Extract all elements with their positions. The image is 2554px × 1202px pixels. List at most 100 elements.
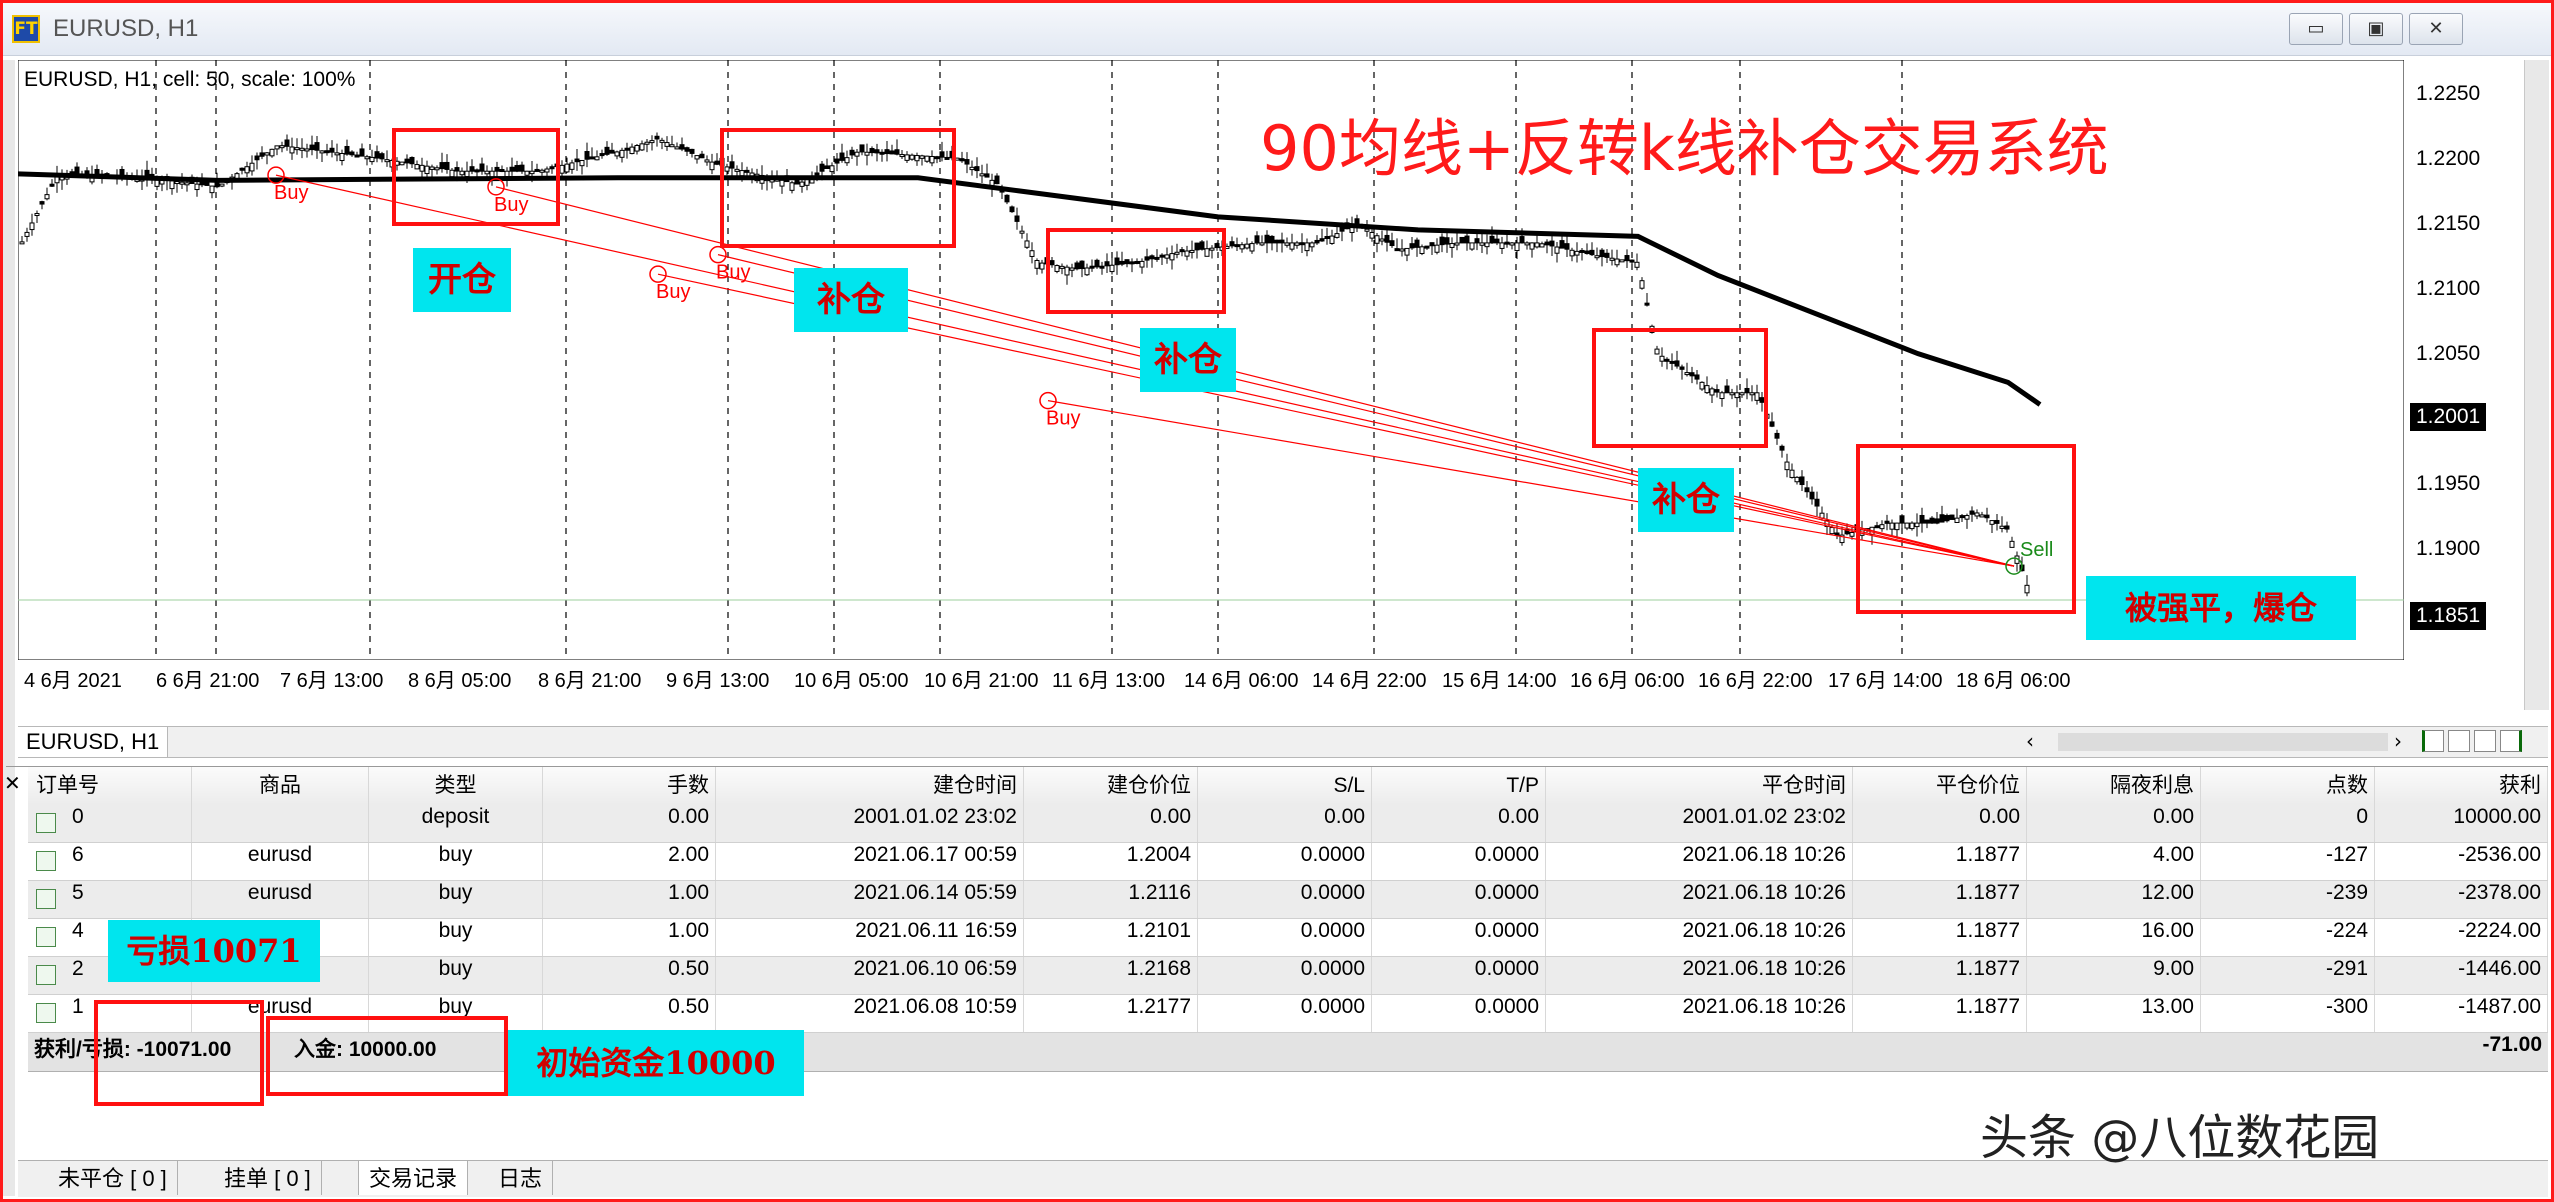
candle-body [1289,242,1295,250]
strategy-headline: 90均线+反转k线补仓交易系统 [1260,112,2109,185]
scroll-right-icon[interactable]: › [2394,729,2402,753]
column-header[interactable]: 商品 [192,767,369,805]
minimize-button[interactable]: ▭ [2289,13,2343,45]
column-header[interactable]: 类型 [369,767,543,805]
candle-body [1609,257,1615,261]
table-cell: -2536.00 [2374,843,2548,880]
table-cell: 0 [2201,805,2375,842]
table-cell: 2021.06.11 16:59 [716,919,1024,956]
column-header[interactable]: 手数 [542,767,716,805]
candle-body [339,153,345,162]
candle-body [1584,250,1590,255]
candle-body [1809,491,1815,500]
close-icon: ✕ [2428,18,2444,39]
table-cell: 0.00 [542,805,716,842]
candle-body [1424,245,1430,249]
close-button[interactable]: ✕ [2409,13,2463,45]
column-header[interactable]: 平仓时间 [1545,767,1853,805]
price-label: 1.2050 [2416,342,2481,365]
candle-body [994,175,1000,185]
candle-body [1294,242,1300,246]
candle-body [1444,237,1450,245]
column-header[interactable]: 隔夜利息 [2027,767,2201,805]
candle-body [1579,249,1585,253]
nav-last-button[interactable] [2500,730,2522,752]
candle-body [1319,238,1325,242]
candle-body [1504,241,1510,245]
price-label: 1.2150 [2416,212,2481,235]
table-row[interactable]: 5 eurusd buy 1.00 2021.06.14 05:59 1.2116 0.00… [28,881,2548,919]
candle-body [174,181,180,185]
watermark: 头条 @八位数花园 [1980,1110,2380,1166]
candle-body [1769,421,1775,427]
table-row[interactable]: 6 eurusd buy 2.00 2021.06.17 00:59 1.2004 0.00… [28,843,2548,881]
vertical-scrollbar[interactable] [2524,60,2549,710]
horizontal-scrollbar[interactable] [2058,733,2388,751]
liquidation-box [1856,444,2076,614]
candle-body [1624,255,1630,262]
candle-body [34,213,40,217]
table-row[interactable]: 0 deposit 0.00 2001.01.02 23:02 0.00 0.00 0.00… [28,805,2548,843]
table-cell: -2378.00 [2374,881,2548,918]
restore-icon: ▣ [2367,18,2385,39]
candle-body [1009,206,1015,213]
candle-body [274,145,280,150]
table-cell: 2021.06.10 06:59 [716,957,1024,994]
panel-close-icon[interactable]: ✕ [4,771,21,795]
candle-body [1554,246,1560,254]
price-label: 1.1900 [2416,537,2481,560]
scroll-left-icon[interactable]: ‹ [2026,729,2034,753]
candle-body [1279,239,1285,244]
candle-body [1784,461,1790,471]
candle-body [1464,235,1470,244]
candle-body [654,135,660,140]
table-row[interactable]: 4eurusdbuy1.002021.06.11 16:591.21010.00… [28,919,2548,957]
candle-body [1634,261,1640,268]
candle-body [19,241,25,245]
table-row[interactable]: 2eurusdbuy0.502021.06.10 06:591.21680.00… [28,957,2548,995]
nav-prev-button[interactable] [2448,730,2470,752]
candle-body [1244,243,1250,249]
table-cell: 1.2168 [1024,957,1198,994]
table-cell: -127 [2201,843,2375,880]
column-header[interactable]: 平仓价位 [1853,767,2027,805]
candle-body [959,158,965,162]
tab-open-positions[interactable]: 未平仓 [ 0 ] [48,1161,178,1195]
column-header[interactable]: 订单号 [28,767,192,805]
restore-button[interactable]: ▣ [2349,13,2403,45]
column-header[interactable]: 获利 [2374,767,2548,805]
column-header[interactable]: S/L [1198,767,1372,805]
nav-next-button[interactable] [2474,730,2496,752]
tab-journal[interactable]: 日志 [488,1161,554,1195]
tab-eurusd-h1[interactable]: EURUSD, H1 [18,727,169,757]
candle-body [39,201,45,205]
tab-trade-history[interactable]: 交易记录 [358,1161,469,1195]
time-label: 14 6月 22:00 [1312,670,1427,692]
candle-body [1524,242,1530,246]
column-header[interactable]: 点数 [2201,767,2375,805]
candle-body [249,162,255,172]
table-cell: buy [369,881,543,918]
candle-body [1484,242,1490,248]
table-cell: 12.00 [2027,881,2201,918]
table-cell: 0.00 [2027,805,2201,842]
table-cell: 1.1877 [1853,843,2027,880]
table-cell: 5 [28,881,192,918]
candle-body [1019,230,1025,234]
column-header[interactable]: 建仓价位 [1024,767,1198,805]
column-header[interactable]: T/P [1372,767,1546,805]
column-header[interactable]: 建仓时间 [716,767,1024,805]
table-cell: 0.0000 [1372,881,1546,918]
candle-body [1404,247,1410,256]
candle-body [1299,242,1305,246]
candle-body [169,180,175,190]
candle-body [559,164,565,174]
table-cell: 0.00 [1024,805,1198,842]
annotation-loss: 亏损10071 [108,920,320,982]
candle-body [1434,244,1440,253]
time-label: 9 6月 13:00 [666,670,770,692]
candle-body [629,146,635,155]
time-label: 17 6月 14:00 [1828,670,1943,692]
tab-pending-orders[interactable]: 挂单 [ 0 ] [214,1161,322,1195]
nav-first-button[interactable] [2422,730,2444,752]
